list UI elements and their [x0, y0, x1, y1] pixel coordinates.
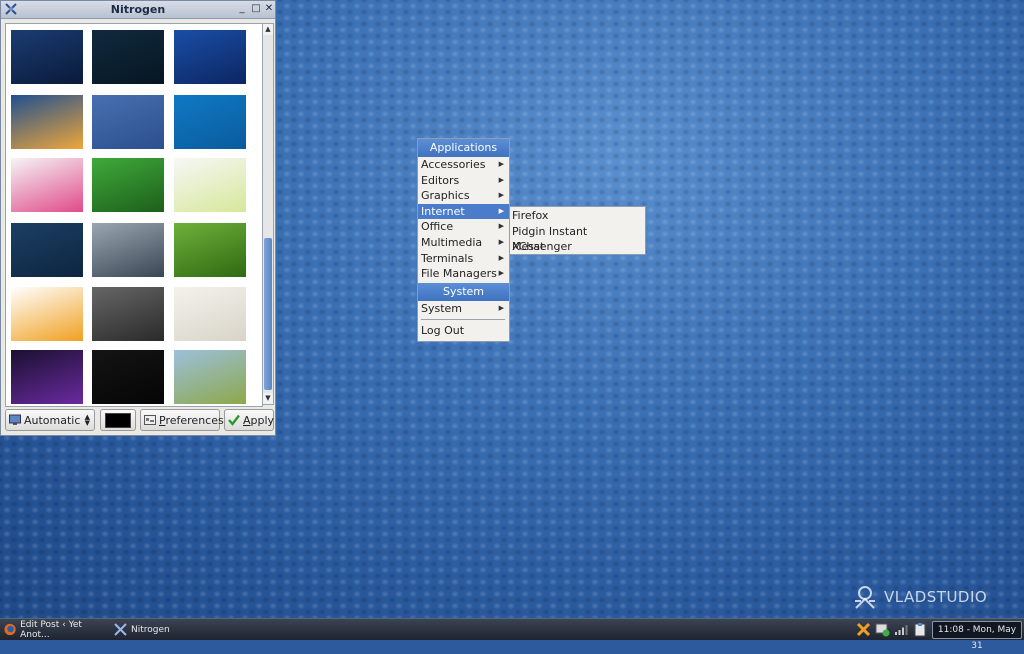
wallpaper-grid: [5, 23, 263, 407]
system-menu-items: System ▶: [418, 301, 509, 317]
wallpaper-thumbnail-rainbow-vader[interactable]: [11, 158, 83, 212]
menu-item-office[interactable]: Office ▶: [418, 219, 509, 235]
checkmark-icon: [228, 414, 240, 426]
menu-item-label: XChat: [512, 240, 545, 254]
close-button[interactable]: ✕: [263, 3, 275, 15]
bottom-controls: Automatic ▲ ▼ Preferences Apply: [5, 409, 275, 433]
select-arrows-icon: ▲ ▼: [84, 413, 90, 427]
taskbar-item-label: Edit Post ‹ Yet Anot...: [20, 619, 82, 640]
wallpaper-thumbnail-neon-lights[interactable]: [11, 350, 83, 404]
clock[interactable]: 11:08 - Mon, May 31: [932, 621, 1022, 651]
menu-item-multimedia[interactable]: Multimedia ▶: [418, 235, 509, 251]
nitrogen-window: Nitrogen _ □ ✕ ▲ ▼ Automatic ▲ ▼ Prefere…: [0, 0, 276, 436]
wallpaper-thumbnail-lemons-glass[interactable]: [174, 158, 246, 212]
taskbar: Edit Post ‹ Yet Anot... Nitrogen 11:08 -…: [0, 618, 1024, 651]
submenu-item-xchat[interactable]: XChat: [510, 239, 645, 255]
menu-item-editors[interactable]: Editors ▶: [418, 173, 509, 189]
submenu-item-firefox[interactable]: Firefox: [510, 208, 645, 224]
submenu-arrow-icon: ▶: [498, 237, 504, 246]
vladstudio-watermark: VLADSTUDIO: [852, 582, 1002, 612]
applications-menu-header: Applications: [418, 139, 509, 157]
wallpaper-thumbnail-pencil-quote[interactable]: [174, 287, 246, 341]
wallpaper-thumbnail-fruit-pacman[interactable]: [11, 287, 83, 341]
menu-item-label: Editors: [421, 173, 460, 187]
submenu-item-pidgin-instant-messenger[interactable]: Pidgin Instant Messenger: [510, 224, 645, 254]
submenu-arrow-icon: ▶: [498, 253, 504, 262]
menu-item-terminals[interactable]: Terminals ▶: [418, 251, 509, 267]
menu-item-label: Office: [421, 220, 454, 234]
preferences-label: Preferences: [159, 413, 224, 427]
wallpaper-thumbnail-gray-gears[interactable]: [92, 287, 164, 341]
wallpaper-thumbnail-green-characters[interactable]: [92, 158, 164, 212]
menu-item-internet[interactable]: Internet ▶: [418, 203, 509, 220]
submenu-arrow-icon: ▶: [498, 160, 504, 168]
wallpaper-thumbnail-black-pattern[interactable]: [92, 350, 164, 404]
submenu-arrow-icon: ▶: [498, 303, 504, 312]
menu-item-label: Graphics: [421, 189, 470, 203]
wallpaper-thumbnail-dark-blue-snow[interactable]: [11, 223, 83, 277]
menu-item-label: Accessories: [421, 158, 486, 171]
wallpaper-thumbnail-night-sky-stars[interactable]: [174, 30, 246, 84]
color-button[interactable]: [100, 409, 136, 431]
wallpaper-thumbnail-green-grass[interactable]: [174, 223, 246, 277]
firefox-icon: [4, 623, 16, 636]
menu-item-label: Terminals: [421, 251, 474, 265]
preferences-button[interactable]: Preferences: [140, 409, 224, 431]
submenu-arrow-icon: ▶: [498, 175, 504, 184]
apply-button[interactable]: Apply: [224, 409, 274, 431]
wallpaper-thumbnail-blue-curves[interactable]: [92, 95, 164, 149]
wallpaper-thumbnail-abstract-dark-blue[interactable]: [11, 30, 83, 84]
submenu-arrow-icon: ▶: [498, 191, 504, 200]
system-tray: [856, 621, 928, 638]
internet-submenu: Firefox Pidgin Instant Messenger XChat: [509, 206, 646, 255]
submenu-arrow-icon: ▶: [498, 206, 504, 215]
scroll-down-arrow-icon[interactable]: ▼: [263, 393, 273, 404]
update-tray-icon[interactable]: [875, 622, 890, 637]
wallpaper-thumbnail-dark-tunnel[interactable]: [92, 30, 164, 84]
wallpaper-thumbnail-sunset-planet[interactable]: [11, 95, 83, 149]
wifi-signal-icon[interactable]: [894, 622, 909, 637]
taskbar-item-firefox[interactable]: Edit Post ‹ Yet Anot...: [4, 619, 108, 640]
submenu-arrow-icon: ▶: [498, 269, 504, 278]
watermark-text: VLADSTUDIO: [884, 588, 988, 606]
nitrogen-icon: [114, 623, 127, 636]
system-menu-header: System: [418, 282, 509, 301]
applications-menu-items: Accessories ▶ Editors ▶ Graphics ▶ Internet ▶ Of…: [418, 157, 509, 282]
apply-label: Apply: [243, 413, 275, 427]
menu-item-label: Multimedia: [421, 235, 483, 249]
scroll-up-arrow-icon[interactable]: ▲: [263, 24, 273, 35]
menu-item-log-out[interactable]: Log Out: [418, 323, 509, 339]
minimize-button[interactable]: _: [236, 3, 248, 15]
scroll-thumb[interactable]: [264, 238, 272, 390]
mode-select[interactable]: Automatic ▲ ▼: [5, 409, 95, 431]
taskbar-item-label: Nitrogen: [131, 624, 170, 635]
wallpaper-thumbnail-wheat-field[interactable]: [174, 350, 246, 404]
menu-item-label: Internet: [421, 204, 465, 218]
preferences-icon: [144, 415, 156, 425]
menu-item-label: System: [421, 301, 463, 315]
menu-item-label: Firefox: [512, 209, 549, 222]
menu-separator: [421, 319, 505, 321]
vertical-scrollbar[interactable]: ▲ ▼: [262, 23, 274, 405]
tools-tray-icon[interactable]: [856, 622, 871, 637]
taskbar-item-nitrogen[interactable]: Nitrogen: [114, 621, 184, 638]
menu-item-file-managers[interactable]: File Managers ▶: [418, 266, 509, 282]
wallpaper-thumbnail-blue-hanging-figure[interactable]: [174, 95, 246, 149]
submenu-arrow-icon: ▶: [498, 222, 504, 231]
clipboard-tray-icon[interactable]: [913, 622, 928, 637]
maximize-button[interactable]: □: [250, 3, 262, 15]
monitor-icon: [9, 414, 21, 425]
applications-menu: Applications Accessories ▶ Editors ▶ Graphic…: [417, 138, 510, 342]
menu-item-accessories[interactable]: Accessories ▶: [418, 157, 509, 173]
mode-select-value: Automatic: [24, 413, 81, 427]
menu-item-label: File Managers: [421, 267, 497, 281]
title-bar[interactable]: Nitrogen _ □ ✕: [1, 1, 275, 19]
vladstudio-logo-icon: [855, 586, 875, 609]
color-swatch: [105, 412, 131, 428]
menu-item-system-system[interactable]: System ▶: [418, 301, 509, 317]
window-title: Nitrogen: [110, 3, 166, 16]
wallpaper-thumbnail-gray-clouds[interactable]: [92, 223, 164, 277]
menu-item-graphics[interactable]: Graphics ▶: [418, 188, 509, 204]
